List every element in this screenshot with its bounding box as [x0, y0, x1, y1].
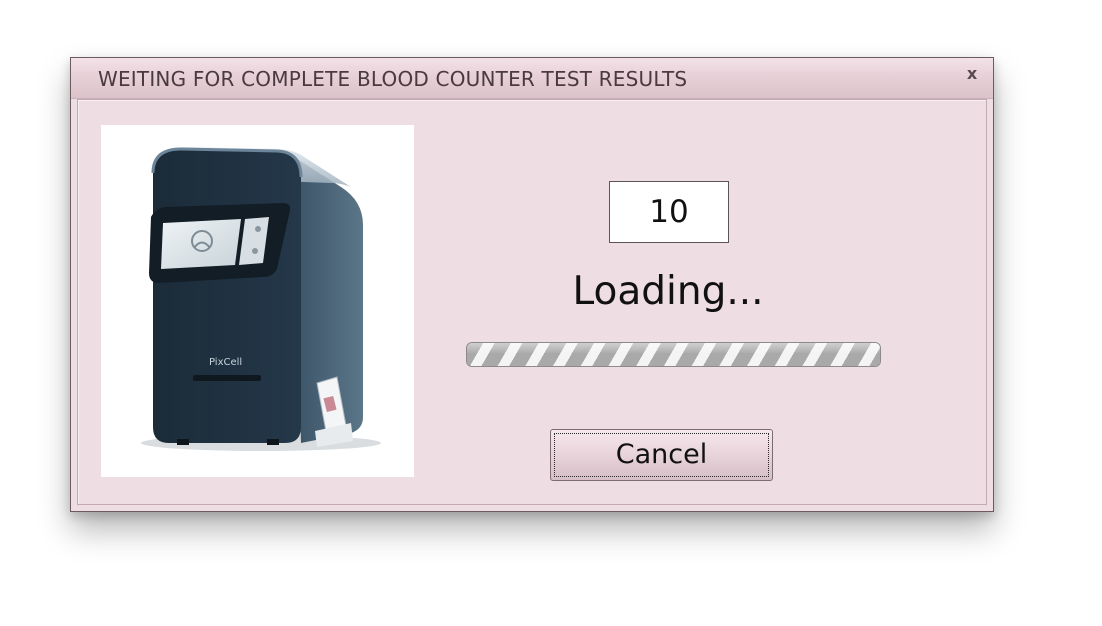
progress-bar-gloss — [467, 343, 880, 354]
blood-analyzer-image: PixCell — [101, 125, 414, 477]
cancel-button[interactable]: Cancel — [550, 429, 773, 481]
loading-status-text: Loading... — [572, 269, 764, 314]
progress-bar — [466, 342, 881, 367]
dialog-title: WEITING FOR COMPLETE BLOOD COUNTER TEST … — [98, 67, 688, 91]
close-icon[interactable]: x — [962, 64, 982, 84]
cancel-button-label: Cancel — [554, 433, 769, 477]
title-bar[interactable]: WEITING FOR COMPLETE BLOOD COUNTER TEST … — [71, 58, 993, 99]
blood-analyzer-device-image: PixCell — [141, 147, 381, 451]
countdown-counter: 10 — [609, 181, 729, 243]
loading-dialog: WEITING FOR COMPLETE BLOOD COUNTER TEST … — [70, 57, 994, 512]
svg-text:PixCell: PixCell — [209, 357, 242, 368]
